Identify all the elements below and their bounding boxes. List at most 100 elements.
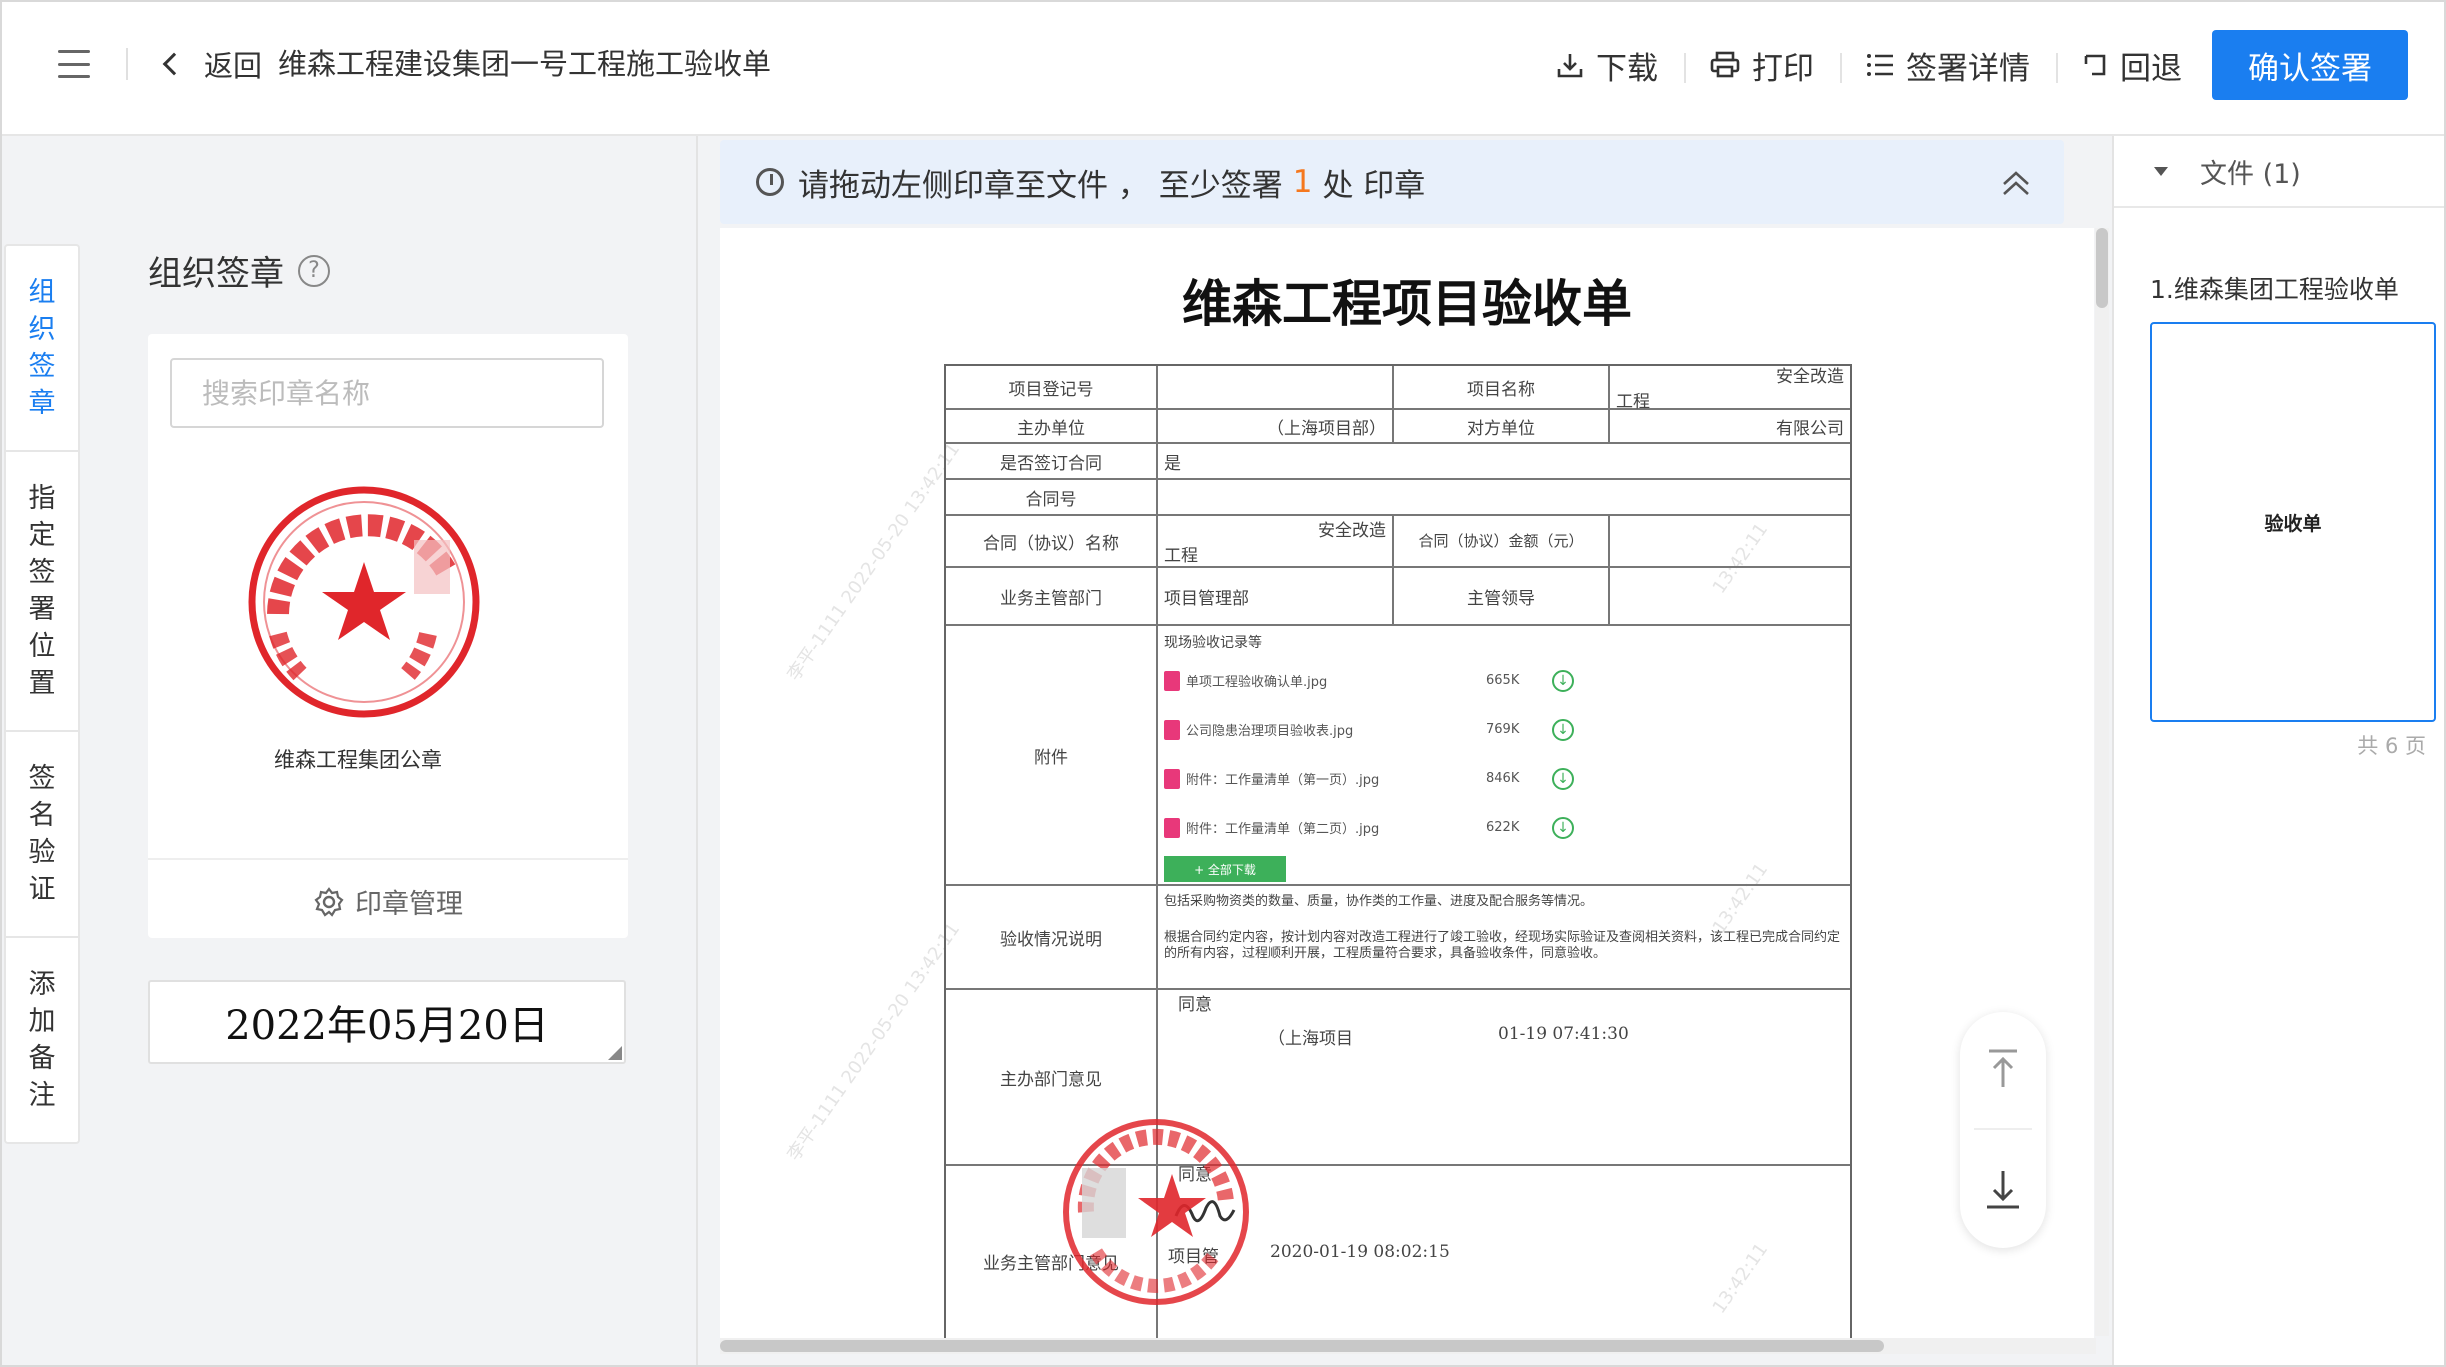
seal-panel-header: 组织签章 ?: [148, 246, 330, 295]
opinion-unit: （上海项目: [1268, 1029, 1353, 1049]
document-seal-icon: [1063, 1119, 1249, 1305]
form-row: 主办单位 （上海项目部） 对方单位 有限公司: [946, 410, 1850, 444]
jump-top-button[interactable]: [1960, 1014, 2046, 1124]
tab-sign-verify[interactable]: 签名验证: [6, 732, 78, 938]
form-label: 合同号: [946, 480, 1158, 514]
print-label: 打印: [1752, 50, 1814, 87]
download-all-button[interactable]: + 全部下载: [1164, 856, 1286, 882]
attachment-size: 665K: [1486, 673, 1520, 688]
seal-name: 维森工程集团公章: [274, 748, 442, 772]
download-circle-icon[interactable]: ↓: [1552, 669, 1574, 692]
collapse-up-icon[interactable]: [1998, 164, 2034, 200]
print-button[interactable]: 打印: [1684, 43, 1840, 88]
tab-char: 签: [28, 351, 56, 382]
help-icon[interactable]: ?: [298, 254, 330, 287]
notice-prefix: 请拖动左侧印章至文件 ， 至少签署: [798, 167, 1283, 204]
scrollbar-thumb[interactable]: [2096, 228, 2108, 308]
form-row: 合同（协议）名称 安全改造 工程 合同（协议）金额（元）: [946, 516, 1850, 568]
attachment-item[interactable]: 附件：工作量清单（第一页）.jpg 846K ↓: [1164, 754, 1574, 803]
document-viewport[interactable]: 维森工程项目验收单 李平-1111 2022-05-20 13:42:11 13…: [720, 228, 2094, 1352]
sign-detail-button[interactable]: 签署详情: [1840, 43, 2056, 88]
seal-manage-button[interactable]: 印章管理: [148, 882, 628, 921]
paper-title: 维森工程项目验收单: [1182, 275, 1632, 333]
reject-button[interactable]: 回退: [2056, 43, 2208, 88]
date-stamp[interactable]: 2022年05月20日: [148, 980, 626, 1064]
tab-char: 定: [28, 520, 56, 551]
panel-divider: [696, 136, 698, 1365]
tab-label: 签名验证: [28, 760, 56, 908]
tab-char: 验: [28, 837, 56, 868]
page-count: 共 6 页: [2357, 734, 2426, 758]
seal-item[interactable]: [148, 484, 628, 784]
jump-bottom-button[interactable]: [1960, 1134, 2046, 1244]
attachment-item[interactable]: 公司隐患治理项目验收表.jpg 769K ↓: [1164, 705, 1574, 754]
tab-char: 置: [28, 668, 56, 699]
sign-notice-bar: 请拖动左侧印章至文件 ， 至少签署 1 处 印章: [720, 140, 2064, 224]
notice-suffix: 处 印章: [1322, 167, 1426, 204]
tab-sign-position[interactable]: 指定签署位置: [6, 452, 78, 732]
tab-org-seal[interactable]: 组织签章: [6, 246, 78, 452]
form-label: 合同（协议）名称: [946, 516, 1158, 566]
header-divider: [126, 48, 128, 80]
tab-char: 添: [28, 969, 56, 1000]
thumbnail-label: 验收单: [2264, 512, 2322, 535]
top-header: 返回 维森工程建设集团一号工程施工验收单 下载 打印 签署详情 回退 确认签署: [2, 2, 2444, 136]
attachment-size: 769K: [1486, 722, 1520, 737]
form-row: 合同号: [946, 480, 1850, 516]
download-label: 下载: [1596, 50, 1658, 87]
tab-char: 署: [28, 594, 56, 625]
image-file-icon: [1164, 719, 1180, 740]
return-icon: [2084, 54, 2106, 76]
menu-icon[interactable]: [58, 50, 90, 78]
tab-label: 指定签署位置: [28, 480, 56, 702]
form-value: （上海项目部）: [1158, 410, 1394, 442]
tab-add-note[interactable]: 添加备注: [6, 938, 78, 1142]
resize-handle-icon[interactable]: [608, 1046, 622, 1060]
arrow-to-top-icon: [1989, 1049, 2017, 1087]
scrollbar-thumb[interactable]: [720, 1340, 1884, 1352]
header-actions: 下载 打印 签署详情 回退 确认签署: [1530, 30, 2408, 100]
form-value: 安全改造 工程: [1610, 366, 1850, 412]
confirm-sign-button[interactable]: 确认签署: [2212, 30, 2408, 100]
tab-char: 加: [28, 1006, 56, 1037]
tab-label: 添加备注: [28, 966, 56, 1114]
download-circle-icon[interactable]: ↓: [1552, 767, 1574, 790]
controls-divider: [1974, 1128, 2032, 1130]
tab-char: 名: [28, 800, 56, 831]
horizontal-scrollbar[interactable]: [720, 1338, 2096, 1354]
form-value: 包括采购物资类的数量、质量，协作类的工作量、进度及配合服务等情况。 根据合同约定…: [1158, 886, 1850, 988]
seal-search-input[interactable]: [170, 358, 604, 428]
form-value-text: 工程: [1616, 392, 1650, 412]
files-header[interactable]: 文件 (1): [2114, 136, 2444, 208]
form-row: 是否签订合同 是: [946, 444, 1850, 480]
form-label: 附件: [946, 626, 1158, 884]
attachment-item[interactable]: 附件：工作量清单（第二页）.jpg 622K ↓: [1164, 803, 1574, 852]
vertical-scrollbar[interactable]: [2095, 228, 2109, 1336]
date-stamp-text: 2022年05月20日: [225, 1003, 549, 1049]
form-value: 同意 项目管 2020-01-19 08:02:15: [1158, 1165, 1850, 1352]
tab-char: 注: [28, 1080, 56, 1111]
attachment-item[interactable]: 单项工程验收确认单.jpg 665K ↓: [1164, 656, 1574, 705]
image-file-icon: [1164, 670, 1180, 691]
opinion-time: 01-19 07:41:30: [1498, 1024, 1629, 1044]
download-icon: [1557, 54, 1583, 78]
document-title: 维森工程建设集团一号工程施工验收单: [278, 47, 772, 81]
watermark: 李平-1111 2022-05-20 13:42:11: [783, 439, 965, 685]
form-label: 对方单位: [1394, 410, 1610, 442]
page-jump-controls: [1960, 1012, 2046, 1248]
tab-char: 组: [28, 277, 56, 308]
attachment-name: 附件：工作量清单（第二页）.jpg: [1186, 822, 1380, 837]
tab-char: 签: [28, 763, 56, 794]
watermark: 李平-1111 2022-05-20 13:42:11: [783, 919, 965, 1165]
download-button[interactable]: 下载: [1530, 43, 1684, 88]
list-icon: [1867, 54, 1893, 76]
opinion-time: 2020-01-19 08:02:15: [1270, 1242, 1450, 1262]
tab-char: 备: [28, 1043, 56, 1074]
form-value: 项目管理部: [1158, 568, 1394, 624]
download-circle-icon[interactable]: ↓: [1552, 816, 1574, 839]
file-name[interactable]: 1.维森集团工程验收单: [2150, 270, 2399, 306]
form-label: 主管领导: [1394, 568, 1610, 624]
download-circle-icon[interactable]: ↓: [1552, 718, 1574, 741]
back-button[interactable]: 返回: [160, 44, 262, 84]
page-thumbnail[interactable]: 验收单: [2150, 322, 2436, 722]
